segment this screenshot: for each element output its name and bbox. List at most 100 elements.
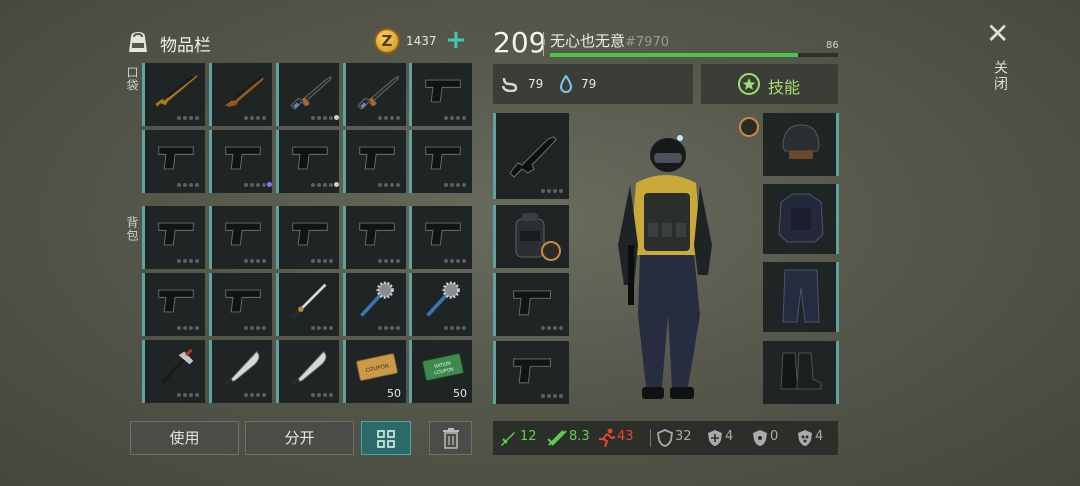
food-value: 79: [528, 77, 544, 91]
armor-shield-icon: [657, 429, 673, 447]
inventory-slot[interactable]: [142, 340, 205, 403]
assault-rifle-icon: [509, 136, 557, 178]
pocket-label: 口袋: [125, 66, 139, 92]
close-button[interactable]: ✕: [986, 20, 1009, 48]
inventory-slot[interactable]: [142, 206, 205, 269]
upgrade-dots: [311, 116, 333, 120]
equip-backpack[interactable]: [493, 205, 569, 268]
inventory-slot[interactable]: [409, 273, 472, 336]
add-coins-button[interactable]: +: [445, 26, 467, 54]
close-label[interactable]: 关闭: [990, 60, 1010, 92]
upgrade-dots: [311, 183, 333, 187]
equip-pants[interactable]: [763, 262, 839, 332]
inventory-slot[interactable]: RATION COUPON 50: [409, 340, 472, 403]
water-value: 79: [581, 77, 597, 91]
upgrade-dots: [244, 326, 266, 330]
equip-boots[interactable]: [763, 341, 839, 404]
upgrade-dots: [244, 393, 266, 397]
helmet-icon: [782, 124, 820, 159]
inventory-slot[interactable]: [209, 340, 272, 403]
inventory-slot[interactable]: [209, 130, 272, 193]
inventory-slot[interactable]: [409, 63, 472, 126]
backpack-icon: [129, 32, 147, 52]
backpack-label: 背包: [125, 216, 139, 242]
upgrade-dots: [311, 259, 333, 263]
body-armor-icon: [778, 193, 824, 243]
ak-rifle-icon: [357, 75, 399, 110]
toxic-resistance: 4: [815, 429, 824, 444]
equip-sidearm-2[interactable]: [493, 341, 569, 404]
inventory-slot[interactable]: [142, 273, 205, 336]
pistol-icon: [158, 289, 194, 313]
inventory-slot[interactable]: [343, 63, 406, 126]
sniper-rifle-icon: [154, 73, 199, 109]
running-speed-icon: [599, 428, 616, 448]
skills-label[interactable]: 技能: [768, 74, 800, 98]
pistol-icon: [425, 146, 461, 170]
movement-speed: 43: [617, 429, 634, 444]
melee-sword-icon: [501, 431, 515, 446]
inventory-slot[interactable]: COUPON 50: [343, 340, 406, 403]
upgrade-dots: [177, 326, 199, 330]
inventory-slot[interactable]: [142, 130, 205, 193]
inventory-slot[interactable]: [409, 206, 472, 269]
cold-resistance-icon: [708, 430, 722, 446]
inventory-slot[interactable]: [142, 63, 205, 126]
upgrade-dots: [378, 259, 400, 263]
katana-icon: [291, 283, 327, 319]
item-marker: [334, 182, 339, 187]
inventory-slot[interactable]: [276, 63, 339, 126]
rank-badge-icon: [541, 241, 561, 261]
item-quantity: 50: [387, 387, 401, 400]
melee-damage: 12: [520, 429, 537, 444]
machete-icon: [291, 350, 327, 386]
equip-helmet[interactable]: [763, 113, 839, 176]
divider: [543, 32, 544, 56]
boots-icon: [780, 352, 822, 390]
pistol-icon: [513, 290, 551, 316]
upgrade-dots: [444, 259, 466, 263]
combat-stats-bar: 12 8.3 43 32 4 0 4: [493, 421, 838, 455]
pistol-icon: [225, 222, 261, 246]
cold-resistance: 4: [725, 429, 734, 444]
pistol-icon: [425, 79, 461, 103]
upgrade-dots: [444, 116, 466, 120]
inventory-slot[interactable]: [276, 273, 339, 336]
upgrade-dots: [177, 183, 199, 187]
ranged-damage-icon: [547, 430, 567, 446]
upgrade-dots: [378, 183, 400, 187]
inventory-slot[interactable]: [276, 206, 339, 269]
spiked-mace-icon: [360, 281, 394, 317]
inventory-slot[interactable]: [409, 130, 472, 193]
inventory-slot[interactable]: [343, 273, 406, 336]
use-button[interactable]: 使用: [130, 421, 239, 455]
inventory-slot[interactable]: [343, 130, 406, 193]
inventory-slot[interactable]: [276, 340, 339, 403]
trash-button[interactable]: [429, 421, 472, 455]
upgrade-dots: [378, 116, 400, 120]
equip-sidearm-1[interactable]: [493, 273, 569, 336]
machete-icon: [224, 350, 260, 386]
inventory-slot[interactable]: [276, 130, 339, 193]
upgrade-dots: [311, 393, 333, 397]
radiation-resistance: 0: [770, 429, 779, 444]
inventory-slot[interactable]: [209, 273, 272, 336]
ak-rifle-icon: [290, 75, 332, 110]
grid-view-icon: [377, 430, 395, 448]
upgrade-dots: [244, 183, 266, 187]
inventory-slot[interactable]: [343, 206, 406, 269]
pistol-icon: [225, 289, 261, 313]
shotgun-icon: [222, 75, 265, 108]
equip-body-armor[interactable]: [763, 184, 839, 254]
equip-primary-weapon[interactable]: [493, 113, 569, 199]
split-button[interactable]: 分开: [245, 421, 354, 455]
item-marker: [267, 182, 272, 187]
inventory-header: 物品栏 Z 1437 +: [124, 26, 474, 58]
xp-bar-fill: [550, 53, 798, 57]
inventory-slot[interactable]: [209, 63, 272, 126]
pistol-icon: [359, 222, 395, 246]
grid-view-button[interactable]: [361, 421, 411, 455]
inventory-slot[interactable]: [209, 206, 272, 269]
pistol-icon: [292, 146, 328, 170]
pistol-icon: [513, 358, 551, 384]
